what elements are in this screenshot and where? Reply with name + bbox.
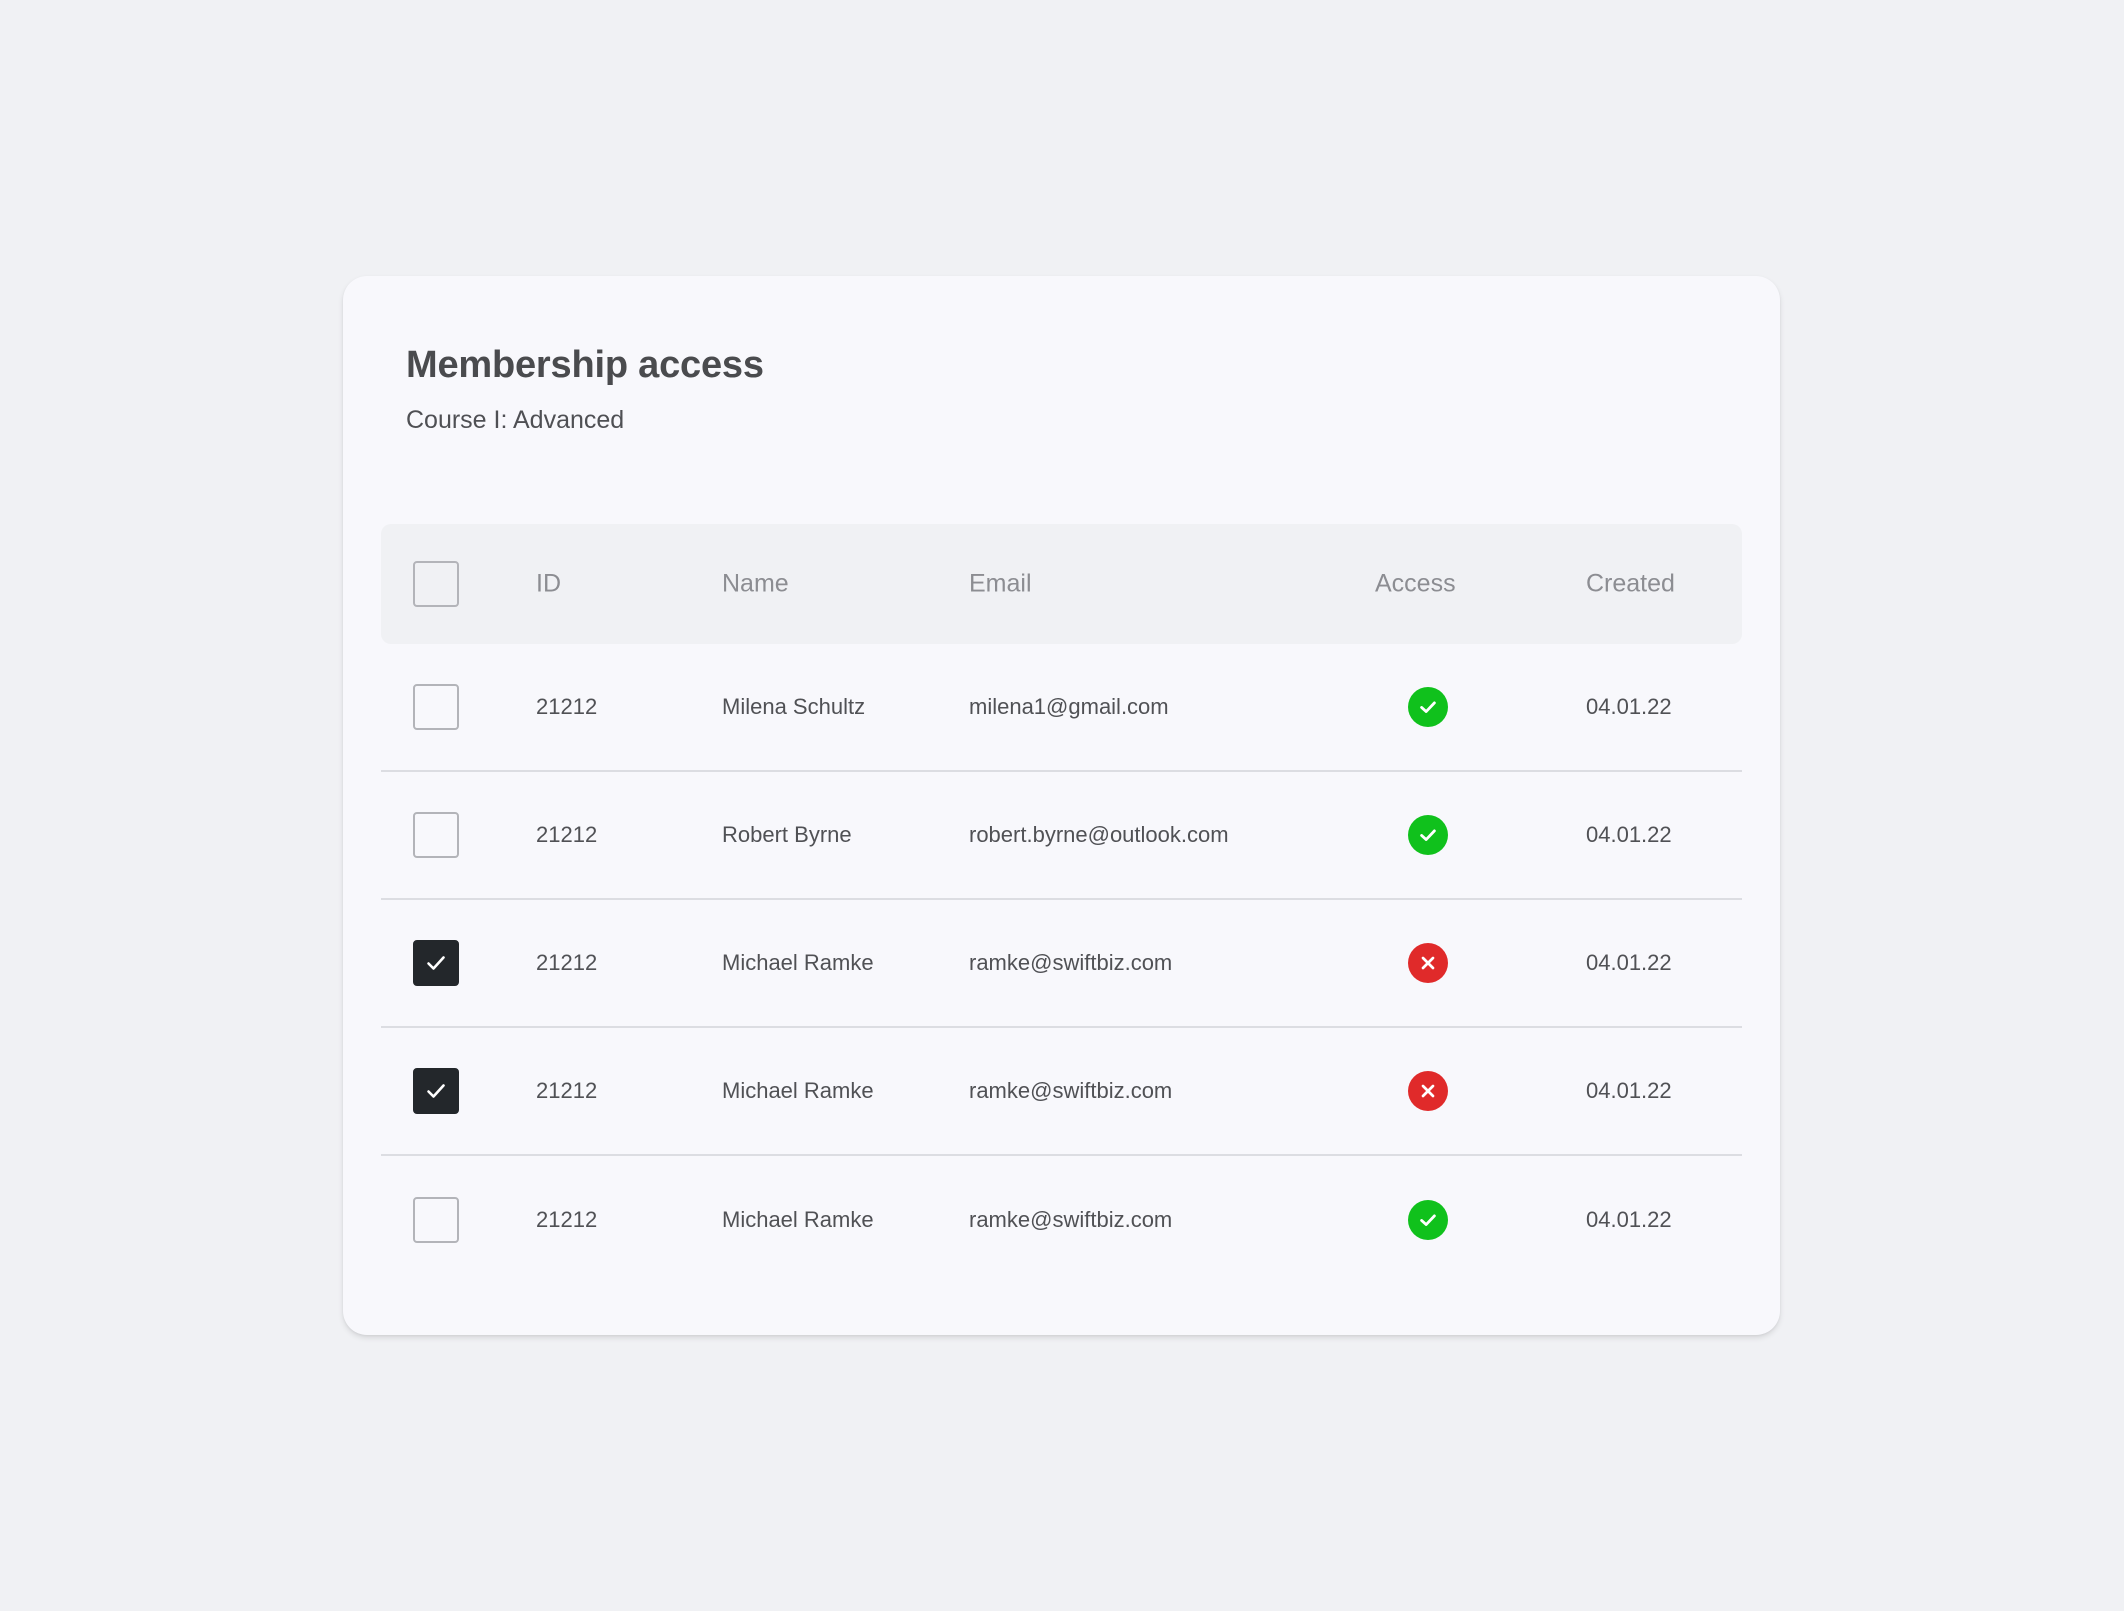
- column-header-access[interactable]: Access: [1375, 571, 1456, 597]
- row-name: Robert Byrne: [722, 822, 852, 847]
- column-header-created[interactable]: Created: [1586, 571, 1675, 597]
- column-header-email[interactable]: Email: [969, 571, 1032, 597]
- table-row[interactable]: 21212 Robert Byrne robert.byrne@outlook.co…: [381, 772, 1742, 900]
- row-email: ramke@swiftbiz.com: [969, 1207, 1173, 1232]
- table-row[interactable]: 21212 Milena Schultz milena1@gmail.com 04.0…: [381, 644, 1742, 772]
- table-row[interactable]: 21212 Michael Ramke ramke@swiftbiz.com 04.0…: [381, 900, 1742, 1028]
- row-name: Michael Ramke: [722, 950, 874, 975]
- check-circle-icon: [1408, 815, 1448, 855]
- row-email: milena1@gmail.com: [969, 694, 1169, 719]
- row-checkbox-cell: [413, 812, 459, 858]
- row-name: Michael Ramke: [722, 1207, 874, 1232]
- row-created-date: 04.01.22: [1586, 1078, 1672, 1103]
- row-checkbox-cell: [413, 684, 459, 730]
- row-name: Milena Schultz: [722, 694, 866, 719]
- row-email: robert.byrne@outlook.com: [969, 822, 1229, 847]
- table-body: 21212 Milena Schultz milena1@gmail.com 04.0…: [381, 644, 1742, 1284]
- row-email: ramke@swiftbiz.com: [969, 950, 1173, 975]
- row-checkbox-cell: [413, 940, 459, 986]
- page-subtitle: Course I: Advanced: [406, 406, 625, 434]
- row-created-date: 04.01.22: [1586, 822, 1672, 847]
- check-circle-icon: [1408, 1200, 1448, 1240]
- column-header-id[interactable]: ID: [536, 571, 561, 597]
- row-checkbox[interactable]: [413, 940, 459, 986]
- row-access-status: [1408, 815, 1448, 855]
- checkmark-icon: [424, 1079, 448, 1103]
- row-checkbox-cell: [413, 1068, 459, 1114]
- checkmark-icon: [424, 951, 448, 975]
- table-row[interactable]: 21212 Michael Ramke ramke@swiftbiz.com 04.0…: [381, 1028, 1742, 1156]
- check-circle-icon: [1408, 687, 1448, 727]
- row-id: 21212: [536, 694, 598, 719]
- row-checkbox-cell: [413, 1197, 459, 1243]
- x-circle-icon: [1408, 943, 1448, 983]
- row-id: 21212: [536, 822, 598, 847]
- row-created-date: 04.01.22: [1586, 1207, 1672, 1232]
- membership-access-card: Membership access Course I: Advanced ID …: [343, 276, 1780, 1335]
- table-header: ID Name Email Access Created: [381, 524, 1742, 644]
- row-created-date: 04.01.22: [1586, 950, 1672, 975]
- row-id: 21212: [536, 950, 598, 975]
- x-circle-icon: [1408, 1071, 1448, 1111]
- row-access-status: [1408, 1200, 1448, 1240]
- column-header-name[interactable]: Name: [722, 571, 789, 597]
- select-all-checkbox[interactable]: [413, 561, 459, 607]
- table-row[interactable]: 21212 Michael Ramke ramke@swiftbiz.com 04.0…: [381, 1156, 1742, 1284]
- row-access-status: [1408, 687, 1448, 727]
- members-table: ID Name Email Access Created 21212 Milena…: [381, 524, 1742, 1284]
- row-access-status: [1408, 943, 1448, 983]
- row-access-status: [1408, 1071, 1448, 1111]
- row-checkbox[interactable]: [413, 1068, 459, 1114]
- row-checkbox[interactable]: [413, 812, 459, 858]
- select-all-checkbox-cell: [413, 561, 459, 607]
- row-id: 21212: [536, 1207, 598, 1232]
- page-title: Membership access: [406, 344, 764, 386]
- row-checkbox[interactable]: [413, 684, 459, 730]
- row-name: Michael Ramke: [722, 1078, 874, 1103]
- row-email: ramke@swiftbiz.com: [969, 1078, 1173, 1103]
- row-id: 21212: [536, 1078, 598, 1103]
- row-created-date: 04.01.22: [1586, 694, 1672, 719]
- row-checkbox[interactable]: [413, 1197, 459, 1243]
